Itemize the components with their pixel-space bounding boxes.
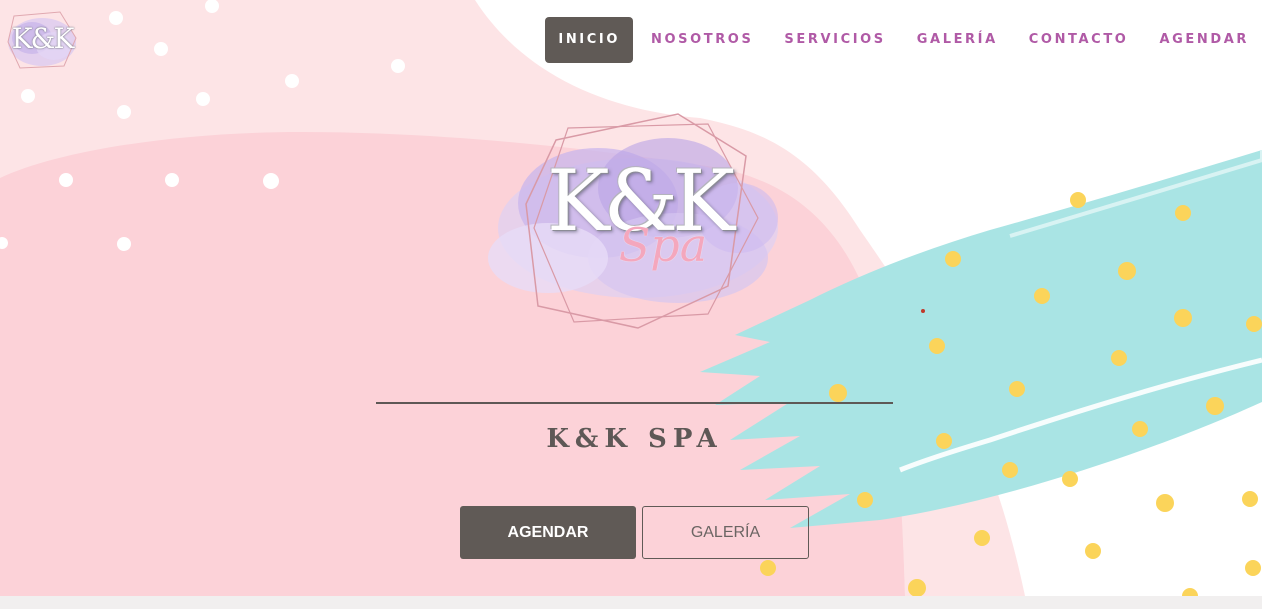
agendar-button[interactable]: AGENDAR <box>460 506 636 559</box>
nav-item-contacto[interactable]: CONTACTO <box>1016 17 1142 63</box>
nav-item-nosotros[interactable]: NOSOTROS <box>638 17 766 63</box>
galeria-button[interactable]: GALERÍA <box>642 506 809 559</box>
logo-script-text: Spa <box>618 218 708 272</box>
main-nav: INICIO NOSOTROS SERVICIOS GALERÍA CONTAC… <box>545 17 1262 63</box>
corner-logo-text: K&K <box>11 22 75 55</box>
nav-item-agendar[interactable]: AGENDAR <box>1146 17 1262 63</box>
hero-title: K&K SPA <box>546 424 723 454</box>
hero-section: K&K INICIO NOSOTROS SERVICIOS GALERÍA CO… <box>0 0 1262 596</box>
main-logo: K&K Spa <box>478 108 798 338</box>
nav-item-galeria[interactable]: GALERÍA <box>904 17 1011 63</box>
nav-item-inicio[interactable]: INICIO <box>545 17 633 63</box>
title-divider <box>376 402 893 404</box>
nav-item-servicios[interactable]: SERVICIOS <box>771 17 898 63</box>
bottom-strip <box>0 596 1262 609</box>
corner-logo[interactable]: K&K <box>2 8 82 72</box>
